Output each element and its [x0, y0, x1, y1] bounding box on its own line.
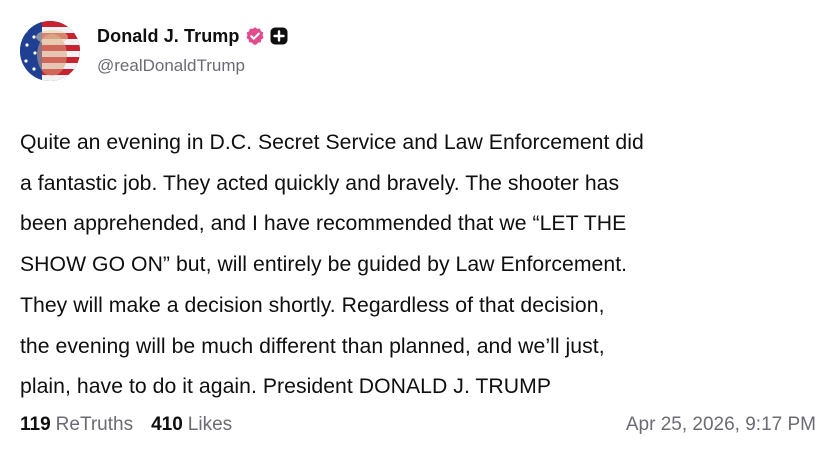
truth-post: Donald J. Trump @realDonaldTrump Quite a… — [0, 0, 840, 475]
post-header: Donald J. Trump @realDonaldTrump — [20, 20, 288, 82]
avatar-image — [20, 21, 80, 81]
post-timestamp[interactable]: Apr 25, 2026, 9:17 PM — [626, 414, 816, 436]
author-handle[interactable]: @realDonaldTrump — [97, 56, 288, 76]
retruths-stat[interactable]: 119 ReTruths — [20, 414, 133, 436]
author-names: Donald J. Trump @realDonaldTrump — [97, 24, 288, 76]
plus-badge-icon — [270, 27, 288, 45]
avatar[interactable] — [20, 21, 80, 81]
post-footer: 119 ReTruths 410 Likes Apr 25, 2026, 9:1… — [20, 410, 816, 440]
likes-stat[interactable]: 410 Likes — [151, 414, 232, 436]
display-name[interactable]: Donald J. Trump — [97, 26, 240, 47]
name-row: Donald J. Trump — [97, 24, 288, 48]
retruths-count: 119 — [20, 414, 51, 435]
likes-count: 410 — [151, 414, 183, 435]
post-text: Quite an evening in D.C. Secret Service … — [20, 131, 644, 399]
likes-label: Likes — [187, 414, 233, 435]
retruths-label: ReTruths — [55, 414, 134, 435]
verified-badge-icon — [245, 26, 265, 46]
